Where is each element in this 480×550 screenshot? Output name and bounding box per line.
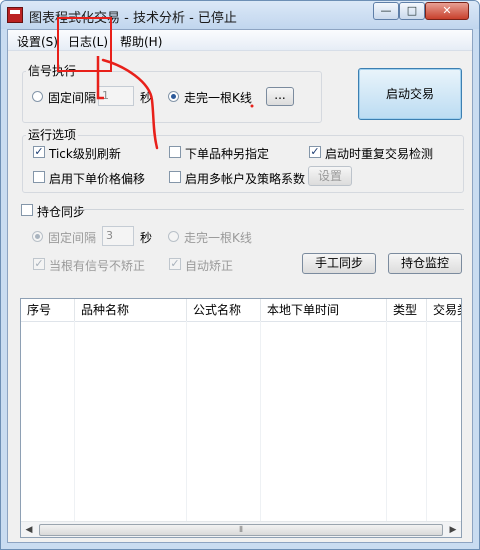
position-monitor-button[interactable]: 持仓监控 <box>388 253 462 274</box>
sync-one-bar-radio[interactable] <box>168 231 179 242</box>
run-options-legend: 运行选项 <box>26 126 79 143</box>
column-header-type[interactable]: 类型 <box>387 299 427 321</box>
position-sync-checkbox[interactable] <box>21 204 33 216</box>
table-header: 序号 品种名称 公式名称 本地下单时间 类型 交易类型 <box>21 299 461 322</box>
column-gridline <box>386 321 387 521</box>
column-header-index[interactable]: 序号 <box>21 299 75 321</box>
position-sync-separator <box>76 209 464 210</box>
minimize-button[interactable]: — <box>373 2 399 20</box>
sync-fixed-interval-label: 固定间隔 <box>48 231 97 245</box>
signal-fixed-interval-radio[interactable] <box>32 91 43 102</box>
signal-exec-legend: 信号执行 <box>26 62 79 79</box>
no-correct-checkbox[interactable]: ✓ <box>33 258 45 270</box>
tick-refresh-checkbox[interactable]: ✓ <box>33 146 45 158</box>
maximize-button[interactable]: □ <box>399 2 425 20</box>
window-title: 图表程式化交易 - 技术分析 - 已停止 <box>29 11 237 26</box>
scroll-right-arrow-icon[interactable]: ▶ <box>445 522 461 537</box>
signal-more-button[interactable]: ... <box>266 87 294 106</box>
signal-interval-input[interactable]: 1 <box>98 86 134 106</box>
start-trading-button[interactable]: 启动交易 <box>358 68 462 120</box>
column-gridline <box>74 321 75 521</box>
app-window: 图表程式化交易 - 技术分析 - 已停止 — □ ✕ 设置(S) 日志(L) 帮… <box>0 0 480 550</box>
column-gridline <box>426 321 427 521</box>
sync-seconds-label: 秒 <box>140 231 153 245</box>
app-logo-icon <box>7 7 23 23</box>
multi-account-checkbox[interactable] <box>169 171 181 183</box>
position-sync-label: 持仓同步 <box>37 205 86 219</box>
price-offset-checkbox[interactable] <box>33 171 45 183</box>
auto-correct-checkbox[interactable]: ✓ <box>169 258 181 270</box>
recheck-on-start-checkbox[interactable]: ✓ <box>309 146 321 158</box>
sync-interval-input[interactable]: 3 <box>102 226 134 246</box>
no-correct-label: 当根有信号不矫正 <box>49 259 146 273</box>
order-override-label: 下单品种另指定 <box>185 147 270 161</box>
client-area: 设置(S) 日志(L) 帮助(H) 信号执行 固定间隔 1 秒 走完一根K线 .… <box>7 29 473 543</box>
horizontal-scrollbar[interactable]: ◀ ⦀ ▶ <box>21 521 461 537</box>
recheck-on-start-label: 启动时重复交易检测 <box>325 147 434 161</box>
menu-help[interactable]: 帮助(H) <box>120 33 162 50</box>
menu-log[interactable]: 日志(L) <box>68 33 108 50</box>
column-header-trade-type[interactable]: 交易类型 <box>427 299 461 321</box>
close-button[interactable]: ✕ <box>425 2 469 20</box>
multi-account-label: 启用多帐户及策略系数 <box>185 172 306 186</box>
signal-one-bar-radio[interactable] <box>168 91 179 102</box>
sync-fixed-interval-radio[interactable] <box>32 231 43 242</box>
tick-refresh-label: Tick级别刷新 <box>49 147 121 161</box>
column-gridline <box>260 321 261 521</box>
scroll-left-arrow-icon[interactable]: ◀ <box>21 522 37 537</box>
manual-sync-button[interactable]: 手工同步 <box>302 253 376 274</box>
order-table[interactable]: 序号 品种名称 公式名称 本地下单时间 类型 交易类型 ◀ ⦀ ▶ <box>20 298 462 538</box>
multi-account-settings-button[interactable]: 设置 <box>308 166 352 186</box>
signal-fixed-interval-label: 固定间隔 <box>48 91 97 105</box>
column-header-order-time[interactable]: 本地下单时间 <box>261 299 387 321</box>
signal-one-bar-label: 走完一根K线 <box>184 91 252 105</box>
menu-settings[interactable]: 设置(S) <box>17 33 58 50</box>
sync-one-bar-label: 走完一根K线 <box>184 231 252 245</box>
title-bar[interactable]: 图表程式化交易 - 技术分析 - 已停止 — □ ✕ <box>1 1 479 29</box>
column-header-formula[interactable]: 公式名称 <box>187 299 261 321</box>
menu-bar: 设置(S) 日志(L) 帮助(H) <box>8 30 472 51</box>
auto-correct-label: 自动矫正 <box>185 259 234 273</box>
signal-seconds-label: 秒 <box>140 91 153 105</box>
order-override-checkbox[interactable] <box>169 146 181 158</box>
column-gridline <box>186 321 187 521</box>
price-offset-label: 启用下单价格偏移 <box>49 172 146 186</box>
column-header-symbol[interactable]: 品种名称 <box>75 299 187 321</box>
scroll-thumb[interactable]: ⦀ <box>39 524 443 536</box>
